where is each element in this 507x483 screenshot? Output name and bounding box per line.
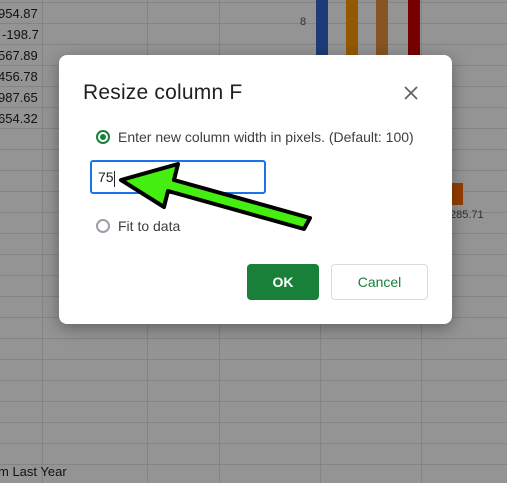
option-fit-to-data-label: Fit to data <box>118 218 181 234</box>
option-enter-width-label: Enter new column width in pixels. (Defau… <box>118 129 414 145</box>
cancel-button[interactable]: Cancel <box>331 264 428 300</box>
column-width-input[interactable] <box>90 160 266 194</box>
close-icon <box>404 86 418 100</box>
dialog-title: Resize column F <box>83 81 243 104</box>
option-enter-width[interactable]: Enter new column width in pixels. (Defau… <box>96 129 414 145</box>
screen: 954.87 -198.7 567.89 456.78 987.65 654.3… <box>0 0 507 483</box>
radio-enter-width[interactable] <box>96 130 110 144</box>
close-button[interactable] <box>399 81 423 105</box>
resize-column-dialog: Resize column F Enter new column width i… <box>59 55 452 324</box>
text-caret <box>114 171 115 187</box>
option-fit-to-data[interactable]: Fit to data <box>96 218 180 234</box>
radio-fit-to-data[interactable] <box>96 219 110 233</box>
ok-button[interactable]: OK <box>247 264 319 300</box>
